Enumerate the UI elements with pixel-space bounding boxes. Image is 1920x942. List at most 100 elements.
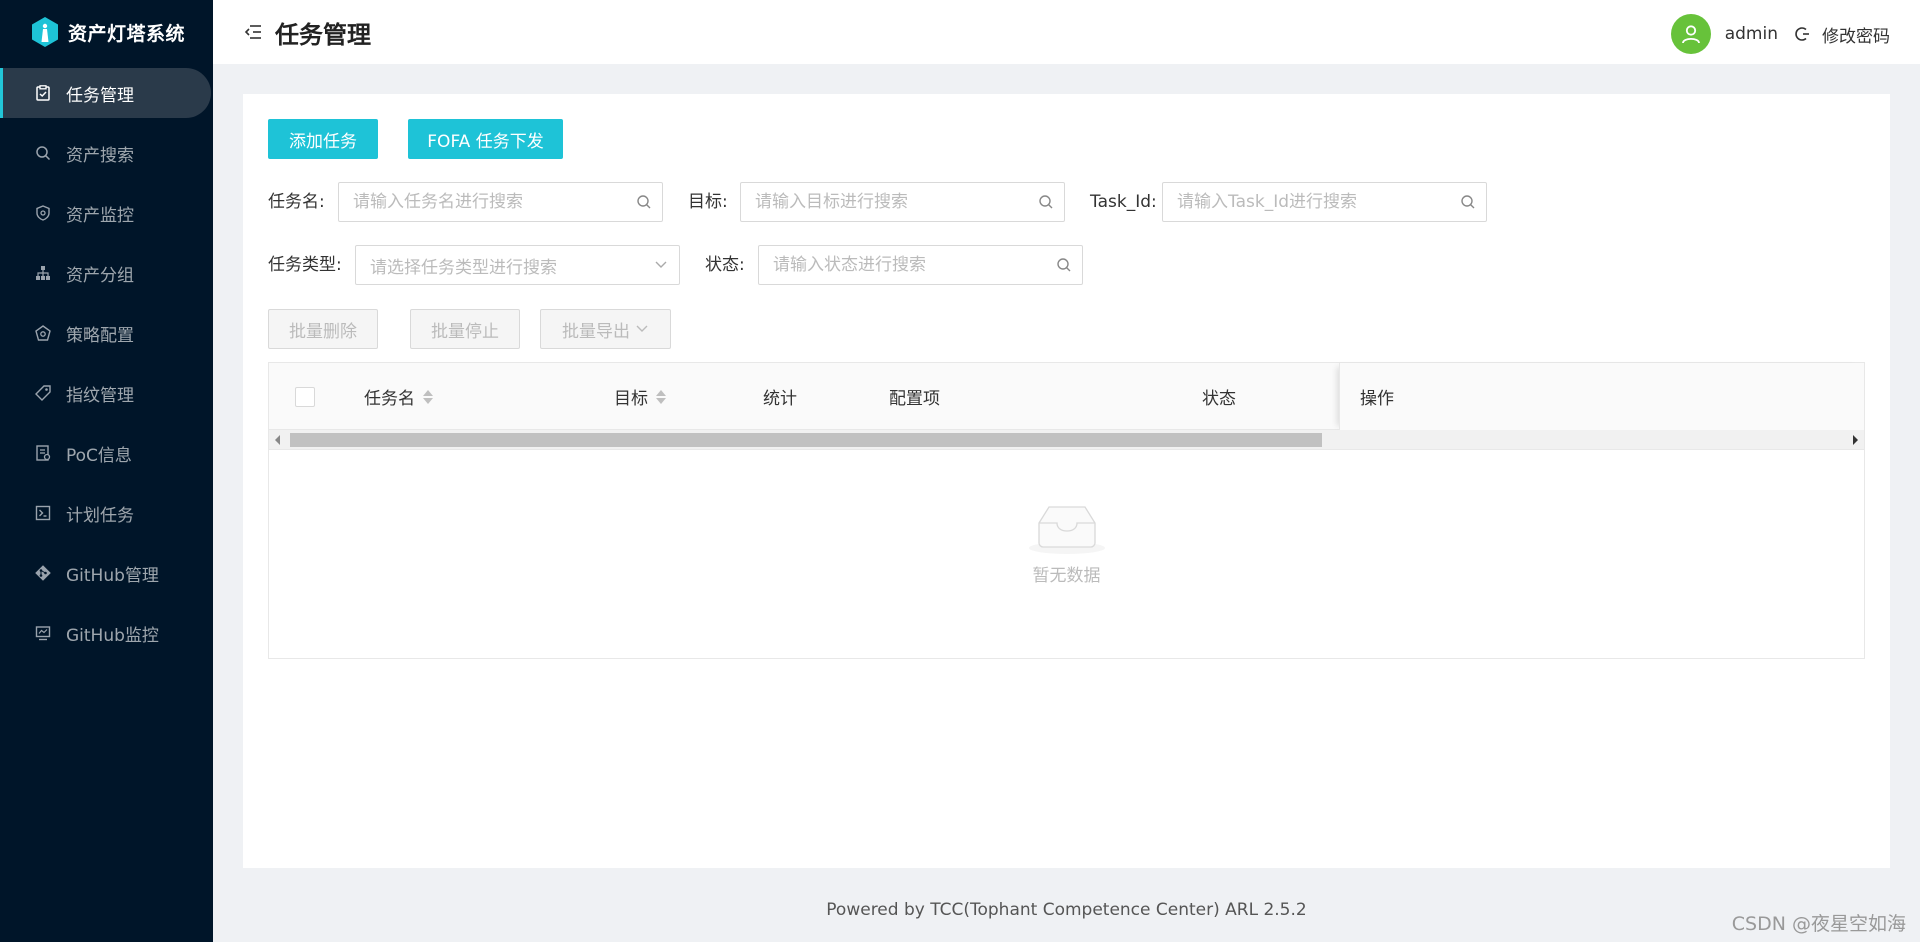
column-status: 状态 [1202,363,1236,430]
status-field[interactable] [758,245,1083,285]
task-name-field[interactable] [338,182,663,222]
sidebar-item-label: GitHub监控 [66,625,159,646]
task-name-label: 任务名: [268,192,325,212]
task-type-select[interactable]: 请选择任务类型进行搜索 [355,245,680,285]
task-name-input[interactable] [339,183,626,221]
batch-delete-label: 批量删除 [289,321,357,342]
task-type-label: 任务类型: [268,255,342,275]
policy-icon [34,324,52,342]
batch-stop-button[interactable]: 批量停止 [410,309,520,349]
file-icon [34,444,52,462]
status-label: 状态: [705,255,745,275]
status-input[interactable] [759,246,1046,284]
task-table: 任务名 目标 统计 配置项 状态 操作 暂无数据 [268,362,1865,659]
empty-state: 暂无数据 [269,503,1864,586]
task-id-input[interactable] [1163,183,1450,221]
chevron-down-icon [636,325,648,332]
scroll-left-arrow-icon[interactable] [275,435,280,445]
sidebar-menu: 任务管理 资产搜索 资产监控 资产分组 策略配置 指纹管理 PoC信息 计划任务… [0,68,213,658]
search-icon [34,144,52,162]
task-id-label: Task_Id: [1090,192,1157,212]
column-config: 配置项 [889,363,940,430]
sidebar-item-label: 计划任务 [66,505,134,526]
search-icon[interactable] [1450,194,1486,210]
sidebar-item-scheduled-task[interactable]: 计划任务 [0,488,213,538]
menu-fold-icon[interactable] [243,22,263,42]
batch-delete-button[interactable]: 批量删除 [268,309,378,349]
fofa-task-button[interactable]: FOFA 任务下发 [408,119,563,159]
monitor-icon [34,624,52,642]
lighthouse-logo-icon [32,17,58,47]
empty-box-icon [1028,506,1105,554]
header: 任务管理 admin 修改密码 [213,0,1920,64]
select-all-checkbox[interactable] [295,386,315,407]
column-stats: 统计 [763,363,797,430]
add-task-button[interactable]: 添加任务 [268,119,378,159]
search-icon[interactable] [626,194,662,210]
user-icon [1681,25,1700,44]
logout-icon[interactable] [1794,25,1812,43]
empty-text: 暂无数据 [1032,566,1101,586]
horizontal-scrollbar[interactable] [269,430,1864,450]
sidebar-item-asset-group[interactable]: 资产分组 [0,248,213,298]
task-icon [34,84,52,102]
sidebar-item-label: 资产搜索 [66,145,134,166]
main-card: 添加任务 FOFA 任务下发 任务名: 目标: Task_Id: 任务类型: 请… [243,94,1890,868]
sidebar-item-github-monitor[interactable]: GitHub监控 [0,608,213,658]
task-id-field[interactable] [1162,182,1487,222]
batch-export-label: 批量导出 [562,321,630,342]
username[interactable]: admin [1725,24,1778,44]
sidebar-item-fingerprint[interactable]: 指纹管理 [0,368,213,418]
sidebar-item-poc-info[interactable]: PoC信息 [0,428,213,478]
column-actions: 操作 [1339,363,1864,430]
user-area: admin 修改密码 [1670,14,1890,54]
chevron-down-icon [643,260,679,270]
sidebar-item-label: 资产监控 [66,205,134,226]
terminal-icon [34,504,52,522]
target-label: 目标: [688,192,728,212]
sort-icon[interactable] [423,389,433,404]
sidebar-item-label: 策略配置 [66,325,134,346]
sidebar-item-policy-config[interactable]: 策略配置 [0,308,213,358]
column-label: 目标 [614,389,648,409]
sidebar-item-task-management[interactable]: 任务管理 [0,68,211,118]
search-icon[interactable] [1046,257,1082,273]
column-label: 操作 [1360,389,1394,409]
sidebar-item-label: 资产分组 [66,265,134,286]
table-header: 任务名 目标 统计 配置项 状态 操作 [269,363,1864,430]
search-icon[interactable] [1028,194,1064,210]
tag-icon [34,384,52,402]
target-input[interactable] [741,183,1028,221]
sidebar-item-label: 指纹管理 [66,385,134,406]
batch-stop-label: 批量停止 [431,321,499,342]
target-field[interactable] [740,182,1065,222]
sidebar-item-label: GitHub管理 [66,565,159,586]
column-task-name[interactable]: 任务名 [364,363,433,430]
column-label: 配置项 [889,389,940,409]
change-password-link[interactable]: 修改密码 [1822,22,1890,47]
cluster-icon [34,264,52,282]
shield-icon [34,204,52,222]
column-label: 任务名 [364,389,415,409]
sidebar-item-asset-monitor[interactable]: 资产监控 [0,188,213,238]
scrollbar-thumb[interactable] [290,433,1322,447]
footer: Powered by TCC(Tophant Competence Center… [826,900,1307,920]
sort-icon[interactable] [656,389,666,404]
app-name: 资产灯塔系统 [68,22,186,45]
batch-export-button[interactable]: 批量导出 [540,309,671,349]
column-target[interactable]: 目标 [614,363,666,430]
sidebar-item-github-management[interactable]: GitHub管理 [0,548,213,598]
sidebar-item-label: PoC信息 [66,445,132,466]
task-type-placeholder: 请选择任务类型进行搜索 [370,257,557,278]
sidebar-item-asset-search[interactable]: 资产搜索 [0,128,213,178]
header-select-all [295,363,315,430]
sidebar-item-label: 任务管理 [66,85,134,106]
avatar[interactable] [1670,14,1711,54]
column-label: 状态 [1202,389,1236,409]
column-label: 统计 [763,389,797,409]
git-icon [34,564,52,582]
brand[interactable]: 资产灯塔系统 [0,0,213,64]
watermark: CSDN @夜星空如海 [1731,913,1906,935]
page-title: 任务管理 [275,20,371,49]
scroll-right-arrow-icon[interactable] [1853,435,1858,445]
